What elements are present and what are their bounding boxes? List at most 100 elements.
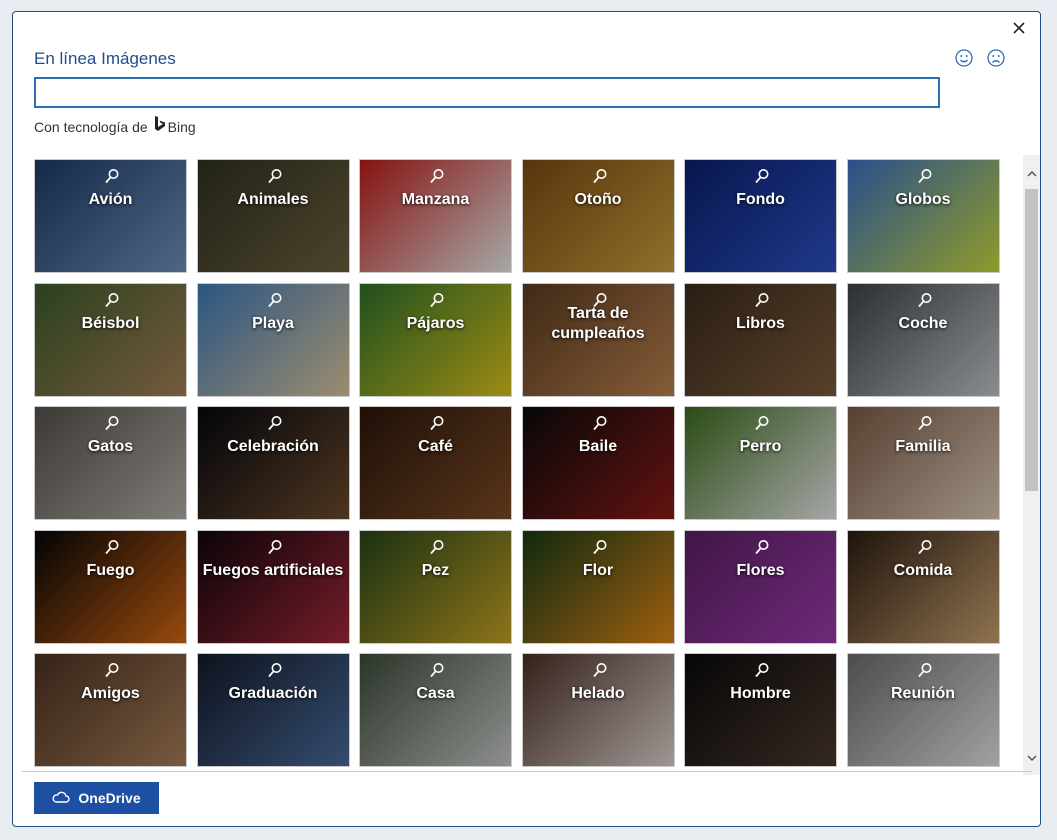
search-icon xyxy=(917,539,933,557)
search-icon xyxy=(754,168,770,186)
search-icon xyxy=(917,292,933,310)
category-label: Playa xyxy=(252,314,294,332)
search-icon xyxy=(267,662,283,680)
search-icon xyxy=(429,292,445,310)
search-icon xyxy=(104,539,120,557)
scrollbar-thumb[interactable] xyxy=(1025,189,1038,491)
search-input[interactable] xyxy=(34,77,940,108)
search-icon xyxy=(754,415,770,433)
category-label: Café xyxy=(418,438,453,455)
category-tile[interactable]: Pájaros xyxy=(359,282,512,397)
search-icon xyxy=(592,168,608,186)
category-tile[interactable]: Tarta de cumpleaños xyxy=(521,282,675,397)
category-tile[interactable]: Helado xyxy=(521,653,675,767)
search-icon xyxy=(429,168,445,186)
category-label: Béisbol xyxy=(81,314,140,332)
category-tile[interactable]: Graduación xyxy=(196,653,350,767)
feedback-buttons xyxy=(954,48,1006,68)
category-tile[interactable]: Café xyxy=(359,406,512,520)
scroll-down-arrow-icon[interactable] xyxy=(1023,750,1040,767)
close-icon[interactable] xyxy=(1008,17,1030,39)
category-tile[interactable]: Perro xyxy=(684,406,837,520)
image-category-grid: Avión Animales Manzana Otoño Fondo Globos Béis… xyxy=(34,159,1001,769)
category-label: Pez xyxy=(421,561,450,579)
search-icon xyxy=(754,539,770,557)
category-tile[interactable]: Comida xyxy=(846,529,1000,644)
search-icon xyxy=(592,662,608,680)
category-tile[interactable]: Amigos xyxy=(34,653,187,767)
category-tile[interactable]: Casa xyxy=(359,653,512,767)
category-tile[interactable]: Flores xyxy=(684,529,837,644)
dialog-title: En línea Imágenes xyxy=(34,49,176,68)
category-label: Globos xyxy=(895,191,951,208)
category-label: Avión xyxy=(88,191,133,208)
bing-text: Bing xyxy=(167,118,196,135)
vertical-scrollbar[interactable] xyxy=(1023,155,1040,775)
category-tile[interactable]: Pez xyxy=(359,529,512,644)
category-tile[interactable]: Reunión xyxy=(846,653,1000,767)
search-icon xyxy=(917,415,933,433)
powered-by-text: Con tecnología de xyxy=(34,118,148,135)
search-icon xyxy=(429,415,445,433)
category-label: Animales xyxy=(237,191,309,208)
category-tile[interactable]: Coche xyxy=(846,282,1000,397)
onedrive-label: OneDrive xyxy=(78,790,141,806)
category-label: Fondo xyxy=(736,191,785,208)
search-icon xyxy=(917,168,933,186)
search-icon xyxy=(267,539,283,557)
category-tile[interactable]: Fuego xyxy=(34,529,187,644)
category-label: Casa xyxy=(416,685,455,702)
online-images-dialog: En línea Imágenes Con tecnología de Bing… xyxy=(12,11,1041,827)
category-tile[interactable]: Avión xyxy=(34,159,187,273)
search-icon xyxy=(917,662,933,680)
search-icon xyxy=(754,662,770,680)
category-tile[interactable]: Animales xyxy=(196,159,350,273)
search-icon xyxy=(267,415,283,433)
frown-icon[interactable] xyxy=(986,48,1006,68)
category-tile[interactable]: Otoño xyxy=(521,159,675,273)
scroll-up-arrow-icon[interactable] xyxy=(1023,165,1040,182)
category-label: Pájaros xyxy=(406,314,465,332)
category-tile[interactable]: Fondo xyxy=(684,159,837,273)
search-icon xyxy=(104,415,120,433)
category-label: Otoño xyxy=(574,191,622,208)
search-icon xyxy=(754,292,770,310)
powered-by: Con tecnología de Bing xyxy=(34,116,196,137)
category-tile[interactable]: Manzana xyxy=(359,159,512,273)
category-label: Flores xyxy=(736,561,785,579)
category-tile[interactable]: Celebración xyxy=(196,406,350,520)
category-tile[interactable]: Fuegos artificiales xyxy=(196,529,350,644)
category-tile[interactable]: Baile xyxy=(521,406,675,520)
category-label: Helado xyxy=(571,685,625,702)
category-tile[interactable]: Playa xyxy=(196,282,350,397)
category-label: Graduación xyxy=(228,685,318,702)
category-tile[interactable]: Familia xyxy=(846,406,1000,520)
category-tile[interactable]: Béisbol xyxy=(34,282,187,397)
category-label: Perro xyxy=(739,438,782,455)
category-label: Fuego xyxy=(86,561,135,579)
category-tile[interactable]: Gatos xyxy=(34,406,187,520)
category-tile[interactable]: Hombre xyxy=(684,653,837,767)
category-label: Reunión xyxy=(891,685,955,702)
search-icon xyxy=(592,539,608,557)
search-icon xyxy=(267,292,283,310)
category-tile[interactable]: Globos xyxy=(846,159,1000,273)
search-icon xyxy=(104,662,120,680)
category-tile[interactable]: Libros xyxy=(684,282,837,397)
footer-divider xyxy=(22,771,1032,772)
bing-logo: Bing xyxy=(154,116,196,137)
category-label: Flor xyxy=(582,561,614,579)
category-tile[interactable]: Flor xyxy=(521,529,675,644)
cloud-icon xyxy=(52,790,70,806)
category-label: Familia xyxy=(895,438,951,455)
smile-icon[interactable] xyxy=(954,48,974,68)
category-label: Manzana xyxy=(401,191,470,208)
category-label: Fuegos artificiales xyxy=(202,561,344,579)
search-icon xyxy=(429,539,445,557)
search-icon xyxy=(267,168,283,186)
search-icon xyxy=(104,292,120,310)
category-label: Comida xyxy=(893,561,953,579)
onedrive-button[interactable]: OneDrive xyxy=(34,782,159,814)
search-icon xyxy=(104,168,120,186)
search-icon xyxy=(429,662,445,680)
